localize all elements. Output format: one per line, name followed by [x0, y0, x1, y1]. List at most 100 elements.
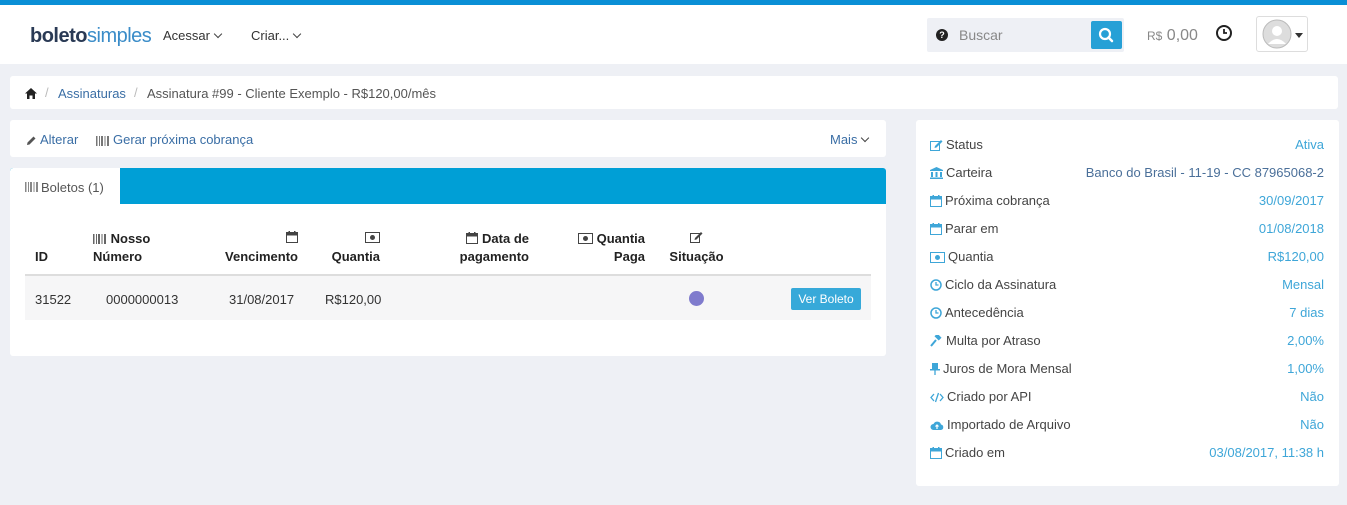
user-menu-button[interactable]: [1256, 16, 1308, 52]
calendar-icon: [930, 223, 942, 238]
detail-label: Carteira: [930, 165, 992, 182]
nav-acessar-label: Acessar: [163, 28, 210, 43]
detail-row: Carteira Banco do Brasil - 11-19 - CC 879…: [916, 162, 1339, 182]
action-toolbar: Alterar Gerar próxima cobrança Mais: [10, 120, 886, 157]
pin-icon: [930, 363, 940, 378]
tab-boletos-label: Boletos (1): [41, 180, 104, 195]
quantia-paga-line1: Quantia: [596, 231, 645, 246]
detail-value: Não: [1300, 389, 1324, 404]
edit-button[interactable]: Alterar: [26, 132, 78, 147]
generate-charge-button[interactable]: Gerar próxima cobrança: [96, 132, 253, 147]
detail-row: Criado em 03/08/2017, 11:38 h: [916, 442, 1339, 462]
avatar: [1262, 19, 1292, 49]
money-icon: [577, 233, 593, 244]
detail-key: Multa por Atraso: [946, 333, 1041, 348]
code-icon: [930, 391, 944, 406]
breadcrumb-assinaturas[interactable]: Assinaturas: [58, 86, 126, 101]
search-input[interactable]: [959, 24, 1079, 46]
detail-row: Juros de Mora Mensal 1,00%: [916, 358, 1339, 378]
detail-key: Carteira: [946, 165, 993, 180]
balance-currency: R$: [1147, 29, 1163, 43]
detail-value: 03/08/2017, 11:38 h: [1209, 445, 1324, 460]
column-header-quantia-paga[interactable]: Quantia Paga: [550, 230, 645, 266]
logo[interactable]: boletosimples: [30, 25, 152, 48]
data-label-line1: Data de: [482, 231, 529, 246]
situacao-label: Situação: [669, 249, 724, 264]
cloud-icon: [930, 419, 944, 434]
detail-row: Multa por Atraso 2,00%: [916, 330, 1339, 350]
cell-vencimento: 31/08/2017: [229, 292, 295, 307]
nav-criar[interactable]: Criar...: [251, 28, 302, 43]
balance-value: 0,00: [1166, 27, 1198, 44]
gavel-icon: [930, 333, 943, 350]
detail-key: Quantia: [948, 249, 994, 264]
tab-boletos[interactable]: Boletos (1): [10, 168, 120, 206]
column-header-vencimento[interactable]: Vencimento: [210, 230, 298, 266]
breadcrumb: / Assinaturas / Assinatura #99 - Cliente…: [10, 76, 1338, 109]
barcode-icon: [96, 136, 109, 146]
detail-value: 01/08/2018: [1258, 221, 1324, 236]
nav-acessar[interactable]: Acessar: [163, 28, 223, 43]
detail-value: Não: [1300, 417, 1324, 432]
chevron-down-icon: [293, 29, 302, 39]
detail-key: Criado em: [945, 445, 1005, 460]
breadcrumb-current: Assinatura #99 - Cliente Exemplo - R$120…: [147, 86, 437, 101]
edit-icon: [690, 232, 703, 243]
detail-row: Próxima cobrança 30/09/2017: [916, 190, 1339, 210]
balance: R$ 0,00: [1147, 27, 1198, 45]
cell-id: 31522: [35, 292, 72, 307]
calendar-icon: [286, 231, 298, 243]
detail-key: Criado por API: [947, 389, 1032, 404]
cell-quantia: R$120,00: [325, 292, 382, 307]
detail-row: Quantia R$120,00: [916, 246, 1339, 266]
detail-value: 30/09/2017: [1258, 193, 1324, 208]
edit-label: Alterar: [40, 132, 79, 147]
home-icon[interactable]: [25, 87, 37, 102]
detail-row: Importado de Arquivo Não: [916, 414, 1339, 434]
clock-icon: [930, 279, 942, 294]
edit-icon: [930, 139, 943, 154]
detail-key: Importado de Arquivo: [947, 417, 1071, 432]
breadcrumb-separator: /: [134, 85, 138, 100]
history-clock-icon[interactable]: [1215, 24, 1233, 45]
detail-label: Próxima cobrança: [930, 193, 1050, 210]
column-header-nosso-numero[interactable]: Nosso Número: [93, 230, 150, 266]
money-icon: [365, 232, 380, 243]
bank-icon: [930, 167, 943, 182]
view-boleto-button[interactable]: Ver Boleto: [791, 288, 861, 310]
detail-key: Ciclo da Assinatura: [945, 277, 1057, 292]
search-box: ?: [927, 18, 1124, 52]
detail-label: Juros de Mora Mensal: [930, 361, 1072, 378]
quantia-label: Quantia: [331, 249, 380, 264]
detail-value: Ativa: [1295, 137, 1324, 152]
boletos-panel: Boletos (1) ID Nosso Número Vencimento Qu…: [10, 168, 886, 356]
detail-label: Ciclo da Assinatura: [930, 277, 1056, 294]
detail-row: Criado por API Não: [916, 386, 1339, 406]
nosso-label-line1: Nosso: [110, 231, 151, 246]
more-label: Mais: [830, 132, 858, 147]
detail-row: Parar em 01/08/2018: [916, 218, 1339, 238]
column-header-situacao[interactable]: Situação: [665, 230, 728, 266]
detail-row: Antecedência 7 dias: [916, 302, 1339, 322]
barcode-icon: [93, 234, 106, 244]
detail-value: R$120,00: [1267, 249, 1324, 264]
detail-key: Juros de Mora Mensal: [943, 361, 1072, 376]
detail-key: Status: [946, 137, 983, 152]
breadcrumb-separator: /: [45, 85, 49, 100]
more-dropdown[interactable]: Mais: [830, 132, 870, 147]
logo-light: simples: [87, 25, 152, 47]
column-header-quantia[interactable]: Quantia: [310, 230, 380, 266]
detail-label: Status: [930, 137, 983, 154]
help-icon[interactable]: ?: [936, 29, 948, 41]
detail-row: Ciclo da Assinatura Mensal: [916, 274, 1339, 294]
calendar-icon: [930, 195, 942, 210]
subscription-details: Status Ativa Carteira Banco do Brasil - 11-…: [916, 120, 1339, 486]
column-header-data-pagamento[interactable]: Data de pagamento: [430, 230, 529, 266]
pencil-icon: [27, 136, 36, 145]
generate-charge-label: Gerar próxima cobrança: [113, 132, 254, 147]
column-header-id[interactable]: ID: [35, 248, 48, 266]
vencimento-label: Vencimento: [225, 249, 298, 264]
barcode-icon: [25, 182, 38, 192]
search-icon: [1098, 27, 1114, 43]
search-button[interactable]: [1091, 21, 1122, 49]
